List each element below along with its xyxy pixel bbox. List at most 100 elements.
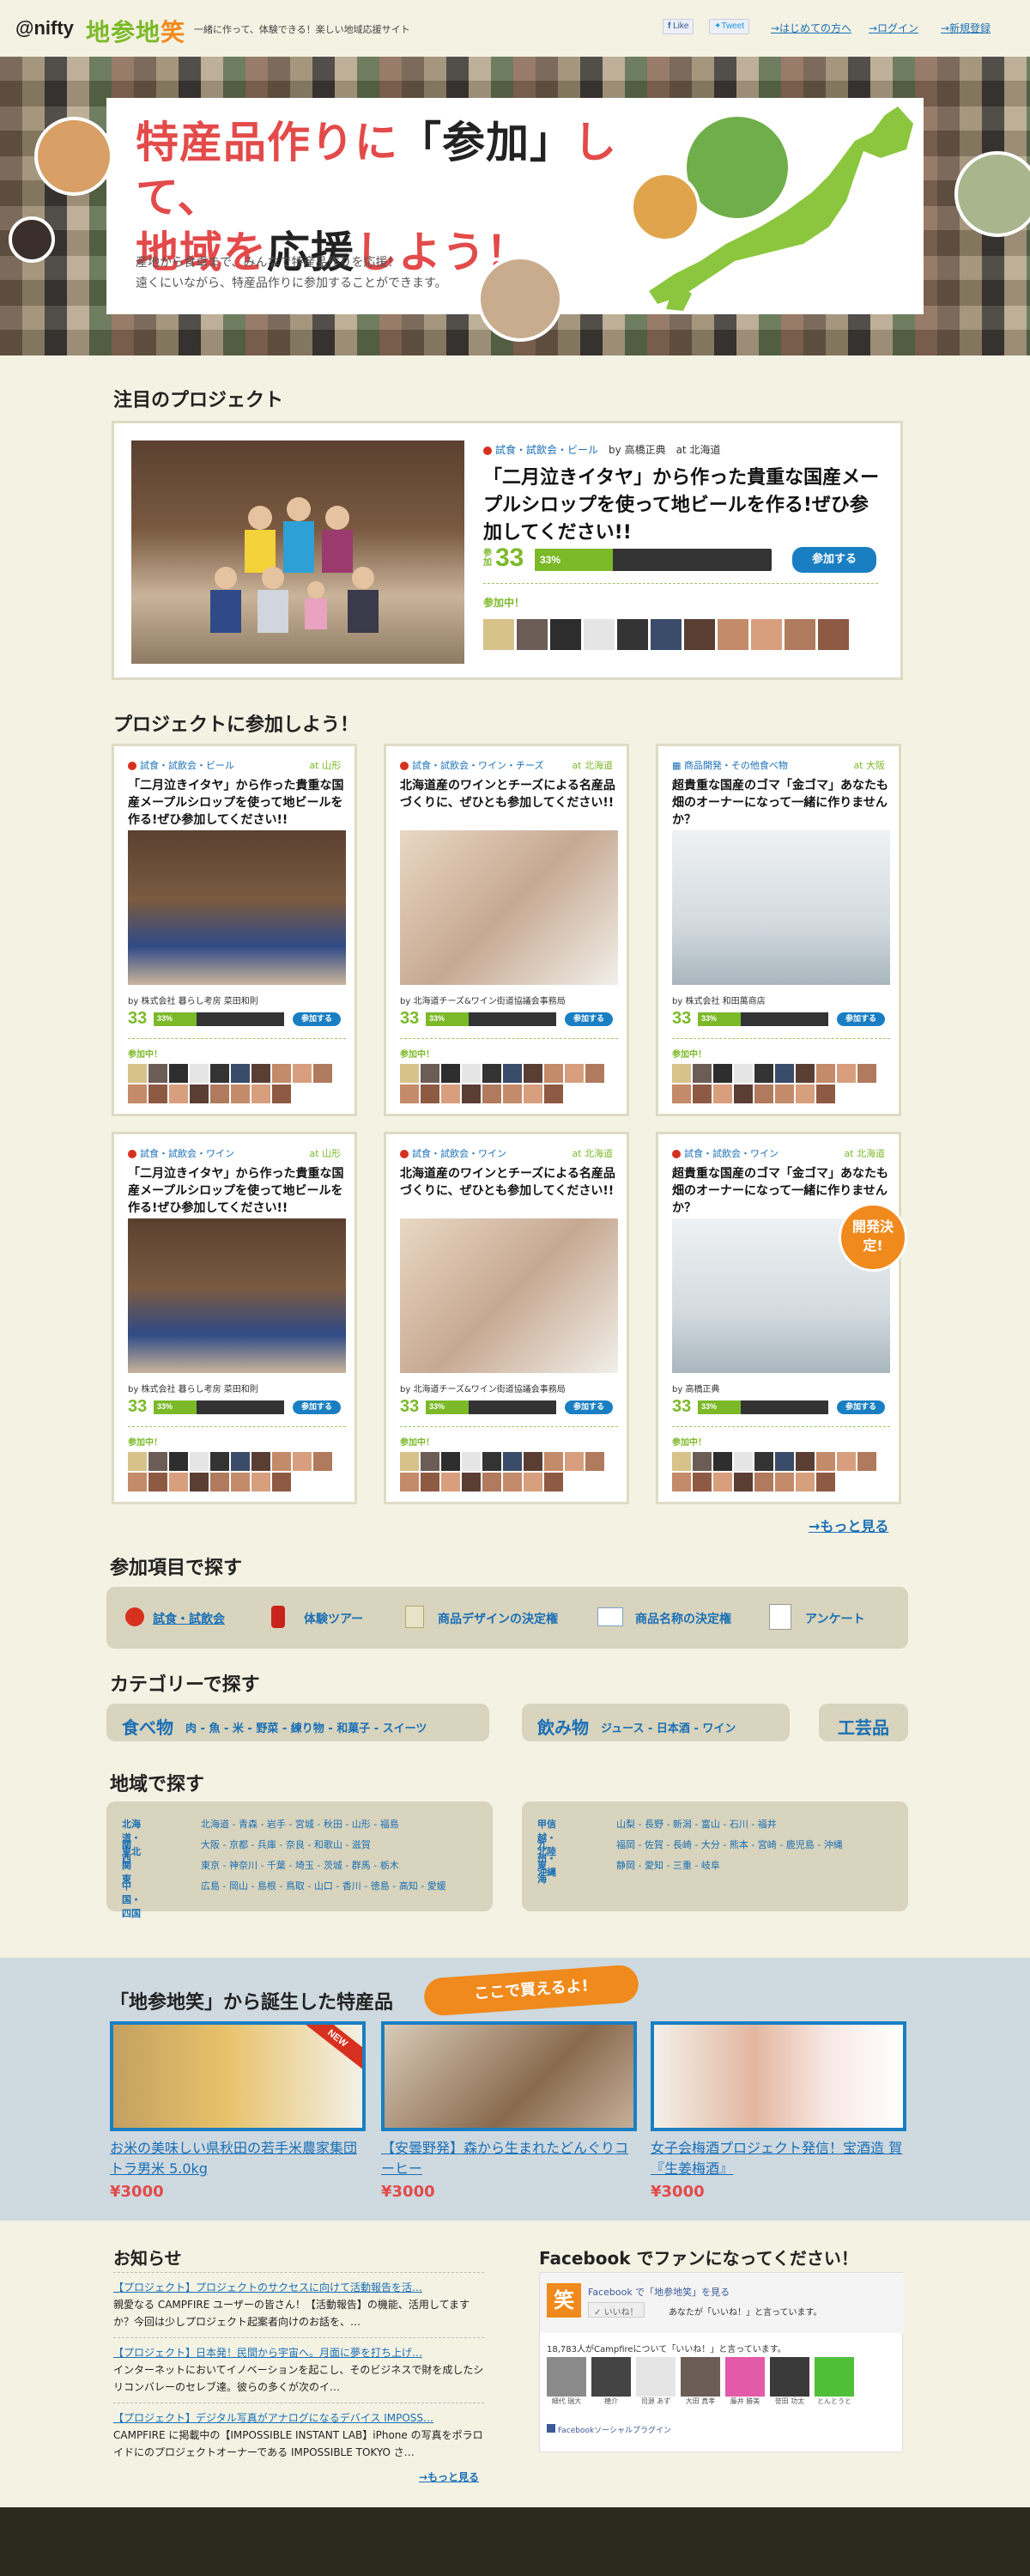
item-tour[interactable]: 体験ツアー — [304, 1610, 363, 1627]
fan[interactable]: 司源 あず — [636, 2357, 676, 2406]
avatar[interactable] — [421, 1452, 439, 1471]
avatar[interactable] — [313, 1452, 332, 1471]
avatar[interactable] — [169, 1473, 188, 1492]
avatar[interactable] — [190, 1452, 209, 1471]
avatar[interactable] — [672, 1064, 691, 1083]
avatar[interactable] — [231, 1452, 250, 1471]
avatar[interactable] — [210, 1452, 229, 1471]
avatar[interactable] — [210, 1084, 229, 1103]
featured-category-label[interactable]: 試食・試飲会・ビール — [495, 444, 598, 456]
avatar[interactable] — [128, 1064, 147, 1083]
region-name[interactable]: 中国・四国 — [122, 1879, 141, 1920]
project-card[interactable]: 試食・試飲会・ワイン at 山形 「二月泣きイタヤ」から作った貴重な国産メープル… — [112, 1132, 357, 1504]
avatar[interactable] — [672, 1084, 691, 1103]
tweet-button[interactable]: ✦Tweet — [709, 19, 750, 34]
category-drink-list[interactable]: ジュース - 日本酒 - ワイン — [601, 1722, 736, 1735]
avatar[interactable] — [169, 1064, 188, 1083]
facebook-plugin-link[interactable]: Facebookソーシャルプラグイン — [547, 2424, 671, 2435]
avatar[interactable] — [734, 1084, 753, 1103]
card-category[interactable]: 試食・試飲会・ワイン — [672, 1146, 779, 1160]
avatar[interactable] — [462, 1473, 481, 1492]
item-design[interactable]: 商品デザインの決定権 — [438, 1610, 558, 1627]
card-join-button[interactable]: 参加する — [293, 1012, 341, 1026]
project-card[interactable]: 試食・試飲会・ビール at 山形 「二月泣きイタヤ」から作った貴重な国産メープル… — [112, 744, 357, 1116]
avatar[interactable] — [544, 1452, 563, 1471]
featured-project-title[interactable]: 「二月泣きイタヤ」から作った貴重な国産メープルシロップを使って地ビールを作る!ぜ… — [483, 465, 887, 547]
news-item[interactable]: 【プロジェクト】日本発！民間から宇宙へ。月面に夢を打ち上げ… インターネットにおい… — [113, 2344, 484, 2396]
product-name[interactable]: 女子会梅酒プロジェクト発信！宝酒造 賀『生姜梅酒』 — [651, 2138, 908, 2179]
category-craft-head[interactable]: 工芸品 — [838, 1717, 889, 1738]
avatar[interactable] — [837, 1064, 856, 1083]
avatar[interactable] — [441, 1084, 460, 1103]
avatar[interactable] — [190, 1084, 209, 1103]
avatar[interactable] — [584, 619, 615, 650]
region-name[interactable]: 東海 — [537, 1858, 547, 1886]
avatar[interactable] — [421, 1473, 439, 1492]
avatar[interactable] — [524, 1473, 542, 1492]
product-name[interactable]: お米の美味しい県秋田の若手米農家集団トラ男米 5.0kg — [110, 2138, 367, 2179]
avatar[interactable] — [754, 1064, 773, 1083]
avatar[interactable] — [734, 1452, 753, 1471]
avatar[interactable] — [734, 1473, 753, 1492]
region-prefectures[interactable]: 大阪 - 京都 - 兵庫 - 奈良 - 和歌山 - 滋賀 — [201, 1838, 371, 1851]
avatar[interactable] — [148, 1064, 167, 1083]
avatar[interactable] — [128, 1452, 147, 1471]
avatar[interactable] — [293, 1452, 312, 1471]
avatar[interactable] — [754, 1452, 773, 1471]
avatar[interactable] — [128, 1473, 147, 1492]
card-join-button[interactable]: 参加する — [293, 1400, 341, 1414]
avatar[interactable] — [251, 1473, 270, 1492]
avatar[interactable] — [169, 1084, 188, 1103]
project-card[interactable]: ▦ 商品開発・その他食べ物 at 大阪 超貴重な国産のゴマ「金ゴマ」あなたも畑の… — [656, 744, 901, 1116]
avatar[interactable] — [775, 1064, 794, 1083]
card-join-button[interactable]: 参加する — [565, 1400, 613, 1414]
avatar[interactable] — [585, 1452, 604, 1471]
avatar[interactable] — [550, 619, 581, 650]
nav-login[interactable]: →ログイン — [869, 21, 918, 35]
category-food[interactable]: 食べ物肉 - 魚 - 米 - 野菜 - 練り物 - 和菓子 - スイーツ — [106, 1704, 489, 1741]
fan[interactable]: 藤井 勝美 — [725, 2357, 765, 2406]
avatar[interactable] — [483, 619, 514, 650]
avatar[interactable] — [713, 1084, 732, 1103]
avatar[interactable] — [517, 619, 548, 650]
avatar[interactable] — [169, 1452, 188, 1471]
card-category[interactable]: 試食・試飲会・ワイン — [128, 1146, 234, 1160]
avatar[interactable] — [190, 1473, 209, 1492]
avatar[interactable] — [293, 1064, 312, 1083]
avatar[interactable] — [693, 1452, 712, 1471]
avatar[interactable] — [210, 1064, 229, 1083]
avatar[interactable] — [693, 1473, 712, 1492]
avatar[interactable] — [503, 1473, 522, 1492]
card-category[interactable]: ▦ 商品開発・その他食べ物 — [672, 758, 788, 772]
avatar[interactable] — [775, 1084, 794, 1103]
avatar[interactable] — [503, 1064, 522, 1083]
region-prefectures[interactable]: 北海道 - 青森 - 岩手 - 宮城 - 秋田 - 山形 - 福島 — [201, 1817, 399, 1831]
avatar[interactable] — [482, 1084, 501, 1103]
card-join-button[interactable]: 参加する — [837, 1400, 885, 1414]
avatar[interactable] — [482, 1473, 501, 1492]
avatar[interactable] — [816, 1473, 835, 1492]
news-item[interactable]: 【プロジェクト】デジタル写真がアナログになるデバイス IMPOSS… CAMPFI… — [113, 2409, 484, 2461]
news-item[interactable]: 【プロジェクト】プロジェクトのサクセスに向けて活動報告を活… 親愛なる CAMPF… — [113, 2279, 484, 2330]
avatar[interactable] — [210, 1473, 229, 1492]
fan[interactable]: 穂介 — [591, 2357, 631, 2406]
facebook-like-button[interactable]: ✓ いいね！ — [588, 2302, 645, 2318]
more-news-link[interactable]: →もっと見る — [419, 2470, 479, 2484]
card-join-button[interactable]: 参加する — [565, 1012, 613, 1026]
avatar[interactable] — [796, 1473, 815, 1492]
fan[interactable]: 細代 瑞大 — [547, 2357, 586, 2406]
avatar[interactable] — [693, 1084, 712, 1103]
avatar[interactable] — [272, 1084, 291, 1103]
avatar[interactable] — [672, 1473, 691, 1492]
card-join-button[interactable]: 参加する — [837, 1012, 885, 1026]
avatar[interactable] — [565, 1452, 584, 1471]
avatar[interactable] — [816, 1452, 835, 1471]
avatar[interactable] — [272, 1452, 291, 1471]
product-image[interactable]: NEW — [110, 2021, 366, 2131]
product-image[interactable] — [651, 2021, 906, 2131]
avatar[interactable] — [565, 1064, 584, 1083]
avatar[interactable] — [524, 1064, 542, 1083]
avatar[interactable] — [231, 1064, 250, 1083]
avatar[interactable] — [585, 1064, 604, 1083]
avatar[interactable] — [713, 1473, 732, 1492]
